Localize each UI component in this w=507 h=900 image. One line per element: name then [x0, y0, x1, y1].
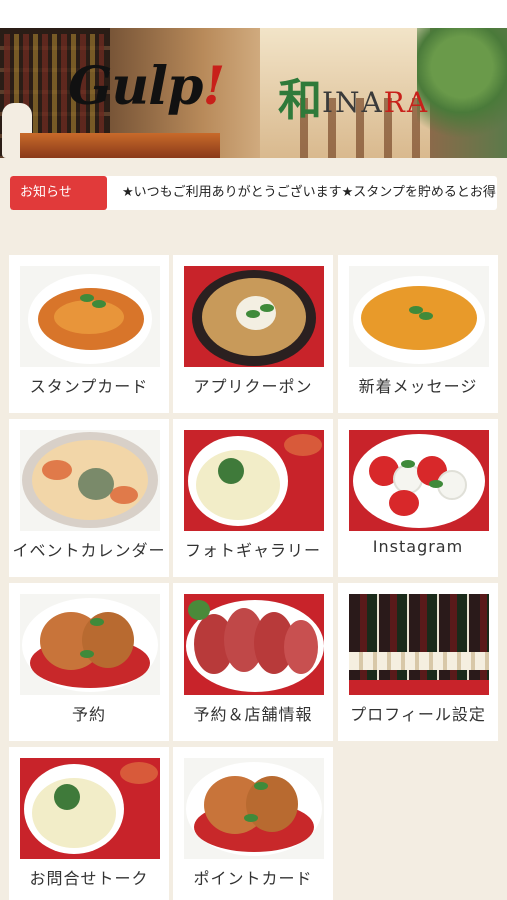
menu-tile-new-messages[interactable]: 新着メッセージ [338, 255, 498, 413]
menu-tile-stamp-card[interactable]: スタンプカード [9, 255, 169, 413]
menu-tile-reservation-store-info[interactable]: 予約＆店舗情報 [173, 583, 333, 741]
header-banner: Gulp! 和 INARA [0, 28, 507, 158]
pasta-photo [20, 266, 160, 367]
roast-beef-photo [184, 594, 324, 695]
menu-label: フォトギャラリー [184, 541, 321, 560]
news-ticker[interactable]: お知らせ ★いつもご利用ありがとうございます★スタンプを貯めるとお得な特典 [10, 176, 497, 210]
menu-label: プロフィール設定 [350, 705, 486, 724]
menu-tile-app-coupon[interactable]: アプリクーポン [173, 255, 333, 413]
menu-grid: スタンプカード アプリクーポン 新着メッセージ イベントカレンダー フォトギャラ… [0, 232, 507, 900]
menu-label: お問合せトーク [29, 869, 149, 888]
menu-tile-contact-talk[interactable]: お問合せトーク [9, 747, 169, 900]
gratin-photo [20, 430, 160, 531]
menu-label: ポイントカード [193, 869, 313, 888]
menu-tile-event-calendar[interactable]: イベントカレンダー [9, 419, 169, 577]
news-label: お知らせ [10, 176, 107, 210]
wine-bottles-photo [349, 594, 489, 695]
menu-label: 新着メッセージ [358, 377, 478, 396]
menu-label: Instagram [372, 537, 464, 556]
menu-tile-reservation[interactable]: 予約 [9, 583, 169, 741]
logo-gulp: Gulp! [68, 56, 225, 117]
news-text: ★いつもご利用ありがとうございます★スタンプを貯めるとお得な特典 [122, 185, 497, 200]
caprese-photo [349, 430, 489, 531]
menu-label: アプリクーポン [193, 377, 313, 396]
menu-label: 予約＆店舗情報 [193, 705, 313, 724]
plant [417, 28, 507, 158]
menu-tile-instagram[interactable]: Instagram [338, 419, 498, 577]
claypot-photo [184, 266, 324, 367]
fondue-photo [20, 758, 160, 859]
bar-counter [20, 133, 220, 158]
logo-inara: INARA [322, 86, 430, 119]
menu-label: 予約 [71, 705, 106, 724]
croquette-photo [184, 758, 324, 859]
fondue-photo [184, 430, 324, 531]
menu-tile-profile-settings[interactable]: プロフィール設定 [338, 583, 498, 741]
menu-tile-point-card[interactable]: ポイントカード [173, 747, 333, 900]
croquette-photo [20, 594, 160, 695]
logo-wa: 和 [278, 75, 322, 126]
menu-label: イベントカレンダー [12, 541, 166, 560]
soup-photo [349, 266, 489, 367]
menu-tile-photo-gallery[interactable]: フォトギャラリー [173, 419, 333, 577]
news-section: お知らせ ★いつもご利用ありがとうございます★スタンプを貯めるとお得な特典 [0, 158, 507, 232]
menu-label: スタンプカード [29, 377, 149, 396]
